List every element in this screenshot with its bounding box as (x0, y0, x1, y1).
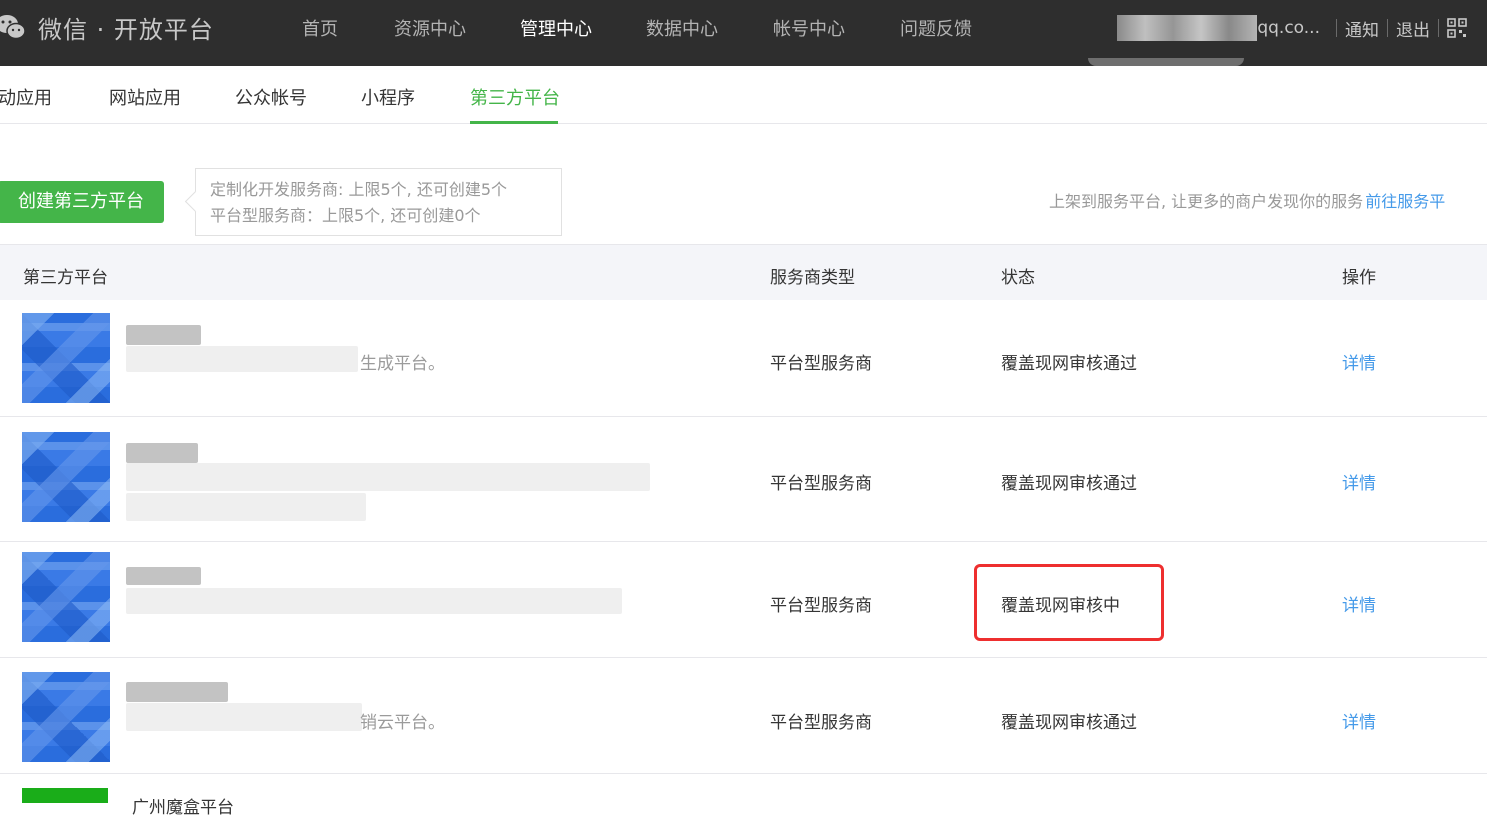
detail-link[interactable]: 详情 (1342, 469, 1376, 494)
platform-name: 广州魔盒平台 (132, 798, 234, 818)
platform-avatar (22, 552, 110, 642)
table-row: 生成平台。 平台型服务商 覆盖现网审核通过 详情 (0, 301, 1487, 417)
tab-mini-program[interactable]: 小程序 (361, 84, 415, 110)
quota-tooltip: 定制化开发服务商: 上限5个, 还可创建5个 平台型服务商：上限5个, 还可创建… (195, 168, 562, 236)
platform-avatar (22, 313, 110, 403)
review-status: 覆盖现网审核通过 (1001, 354, 1137, 374)
review-status: 覆盖现网审核通过 (1001, 713, 1137, 733)
divider (1387, 19, 1388, 37)
redacted-name (126, 443, 198, 463)
app-type-tabs: 动应用 网站应用 公众帐号 小程序 第三方平台 (0, 66, 1487, 124)
divider (1438, 19, 1439, 37)
description-fragment: 销云平台。 (360, 713, 445, 733)
go-service-platform-link[interactable]: 前往服务平 (1365, 192, 1445, 211)
notify-link[interactable]: 通知 (1345, 16, 1379, 41)
redacted-description (126, 703, 362, 731)
account-dropdown-tab (1088, 58, 1244, 66)
platform-avatar (22, 788, 108, 803)
column-header-type: 服务商类型 (770, 268, 855, 288)
tip-line-platform: 平台型服务商：上限5个, 还可创建0个 (210, 206, 481, 225)
nav-feedback[interactable]: 问题反馈 (900, 15, 972, 41)
divider (1336, 19, 1337, 37)
active-tab-indicator (470, 121, 558, 124)
tip-line-custom-dev: 定制化开发服务商: 上限5个, 还可创建5个 (210, 180, 508, 199)
nav-data-center[interactable]: 数据中心 (646, 15, 718, 41)
nav-resource-center[interactable]: 资源中心 (394, 15, 466, 41)
provider-type: 平台型服务商 (770, 354, 872, 374)
tab-third-party-platform[interactable]: 第三方平台 (470, 84, 560, 110)
table-row: 销云平台。 平台型服务商 覆盖现网审核通过 详情 (0, 658, 1487, 774)
redacted-description (126, 493, 366, 521)
redacted-name (126, 682, 228, 702)
create-third-party-platform-button[interactable]: 创建第三方平台 (0, 181, 164, 223)
wechat-open-platform-logo[interactable]: 微信 · 开放平台 (0, 9, 214, 45)
nav-account-center[interactable]: 帐号中心 (773, 15, 845, 41)
review-status: 覆盖现网审核通过 (1001, 474, 1137, 494)
provider-type: 平台型服务商 (770, 596, 872, 616)
tab-mobile-app[interactable]: 动应用 (0, 84, 52, 110)
service-platform-promo: 上架到服务平台, 让更多的商户发现你的服务 前往服务平 (1049, 188, 1445, 212)
table-row: 平台型服务商 覆盖现网审核中 详情 (0, 542, 1487, 658)
qrcode-icon[interactable] (1447, 18, 1467, 38)
provider-type: 平台型服务商 (770, 713, 872, 733)
nav-management-center[interactable]: 管理中心 (520, 15, 592, 41)
detail-link[interactable]: 详情 (1342, 708, 1376, 733)
redacted-description (126, 463, 650, 491)
account-area: qq.co... 通知 退出 (1117, 14, 1487, 42)
redacted-description (126, 588, 622, 614)
account-email-mask (1117, 15, 1258, 41)
column-header-status: 状态 (1001, 268, 1035, 288)
top-navigation-bar: 微信 · 开放平台 首页 资源中心 管理中心 数据中心 帐号中心 问题反馈 qq… (0, 0, 1487, 66)
wechat-logo-icon (0, 15, 26, 40)
description-fragment: 生成平台。 (360, 354, 445, 374)
redacted-name (126, 567, 201, 585)
logo-text: 微信 · 开放平台 (38, 15, 214, 44)
column-header-platform: 第三方平台 (23, 268, 108, 288)
table-row: 平台型服务商 覆盖现网审核通过 详情 (0, 417, 1487, 542)
status-highlight-annotation (974, 564, 1164, 641)
column-header-action: 操作 (1342, 268, 1376, 288)
detail-link[interactable]: 详情 (1342, 591, 1376, 616)
detail-link[interactable]: 详情 (1342, 349, 1376, 374)
table-row: 广州魔盒平台 (0, 774, 1487, 818)
platform-avatar (22, 432, 110, 522)
tab-official-account[interactable]: 公众帐号 (235, 84, 307, 110)
redacted-name (126, 325, 201, 345)
nav-home[interactable]: 首页 (302, 15, 338, 41)
promo-text: 上架到服务平台, 让更多的商户发现你的服务 (1049, 192, 1364, 211)
account-email[interactable]: qq.co... (1257, 18, 1320, 38)
tab-website-app[interactable]: 网站应用 (109, 84, 181, 110)
table-header: 第三方平台 服务商类型 状态 操作 (0, 244, 1487, 300)
platform-avatar (22, 672, 110, 762)
logout-link[interactable]: 退出 (1396, 16, 1430, 41)
redacted-description (126, 346, 358, 372)
provider-type: 平台型服务商 (770, 474, 872, 494)
